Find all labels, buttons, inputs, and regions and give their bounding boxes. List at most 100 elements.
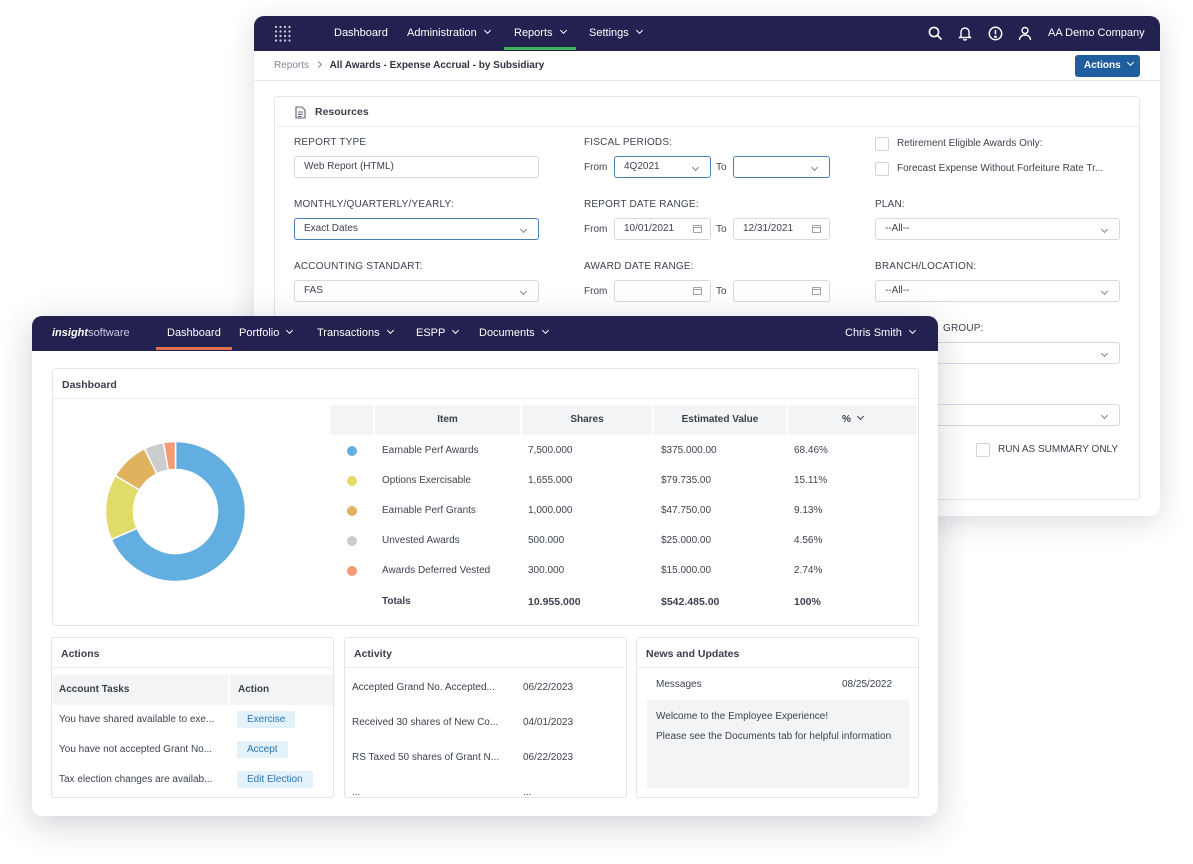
- row-shares: 500.000: [528, 535, 565, 546]
- nav-dashboard[interactable]: Dashboard: [156, 316, 232, 350]
- plan-value: --All--: [885, 223, 910, 234]
- report-to-label: To: [716, 224, 727, 235]
- nav-espp[interactable]: ESPP: [416, 316, 460, 351]
- report-type-label: REPORT TYPE: [294, 137, 367, 148]
- report-type-select[interactable]: Web Report (HTML): [294, 156, 539, 178]
- activity-date: 06/22/2023: [523, 752, 574, 763]
- nav-documents-label: Documents: [479, 327, 535, 339]
- legend-dot: [347, 446, 357, 456]
- chevron-down-icon: [1100, 411, 1109, 420]
- nav-espp-label: ESPP: [416, 327, 446, 339]
- alert-icon[interactable]: [988, 26, 1003, 42]
- nav-settings-label: Settings: [589, 27, 629, 39]
- nav-reports[interactable]: Reports: [504, 16, 576, 50]
- activity-text[interactable]: ...: [352, 787, 360, 798]
- retirement-eligible-checkbox[interactable]: [875, 137, 889, 151]
- plan-label: PLAN:: [875, 199, 905, 210]
- insightsoftware-logo: insightsoftware: [52, 316, 130, 351]
- table-header-pct[interactable]: %: [788, 405, 917, 435]
- actions-button[interactable]: Actions: [1075, 55, 1140, 77]
- calendar-icon[interactable]: [812, 287, 821, 295]
- fiscal-to-select[interactable]: [733, 156, 830, 178]
- breadcrumb-root[interactable]: Reports: [274, 60, 309, 71]
- nav-documents[interactable]: Documents: [479, 316, 549, 351]
- row-pct: 2.74%: [794, 565, 823, 576]
- run-summary-checkbox[interactable]: [976, 443, 990, 457]
- chevron-down-icon: [483, 26, 491, 35]
- activity-text[interactable]: RS Taxed 50 shares of Grant N...: [352, 752, 499, 763]
- legend-dot: [347, 566, 357, 576]
- report-from-date[interactable]: 10/01/2021: [614, 218, 711, 240]
- user-name: Chris Smith: [845, 327, 902, 339]
- divider: [53, 398, 918, 399]
- divider: [637, 667, 918, 668]
- nav-transactions-label: Transactions: [317, 327, 380, 339]
- divider: [52, 667, 333, 668]
- fiscal-from-value: 4Q2021: [624, 161, 660, 172]
- task-action-button[interactable]: Accept: [237, 741, 288, 758]
- dashboard-card: Dashboard Item Shares Estimated Value % …: [52, 368, 919, 626]
- message-box[interactable]: Welcome to the Employee Experience! Plea…: [647, 700, 909, 788]
- news-date: 08/25/2022: [842, 679, 893, 690]
- chevron-down-icon: [286, 326, 294, 335]
- nav-transactions[interactable]: Transactions: [317, 316, 394, 351]
- activity-text[interactable]: Received 30 shares of New Co...: [352, 717, 498, 728]
- task-action-button[interactable]: Exercise: [237, 711, 296, 728]
- task-action-button[interactable]: Edit Election: [237, 771, 313, 788]
- row-shares: 1,000.000: [528, 505, 573, 516]
- calendar-icon[interactable]: [812, 225, 821, 233]
- actions-title: Actions: [61, 648, 100, 660]
- activity-text[interactable]: Accepted Grand No. Accepted...: [352, 682, 495, 693]
- chevron-down-icon: [541, 326, 549, 335]
- calendar-icon[interactable]: [693, 225, 702, 233]
- row-item: Options Exercisable: [382, 475, 471, 486]
- top-nav: Dashboard Administration Reports Setting…: [254, 16, 1160, 51]
- logo-text-a: insight: [52, 327, 89, 339]
- forecast-expense-checkbox[interactable]: [875, 162, 889, 176]
- nav-settings[interactable]: Settings: [589, 16, 643, 51]
- fiscal-from-select[interactable]: 4Q2021: [614, 156, 711, 178]
- mqy-select[interactable]: Exact Dates: [294, 218, 539, 240]
- accounting-standard-select[interactable]: FAS: [294, 280, 539, 302]
- news-title: News and Updates: [646, 648, 740, 660]
- nav-administration[interactable]: Administration: [407, 16, 491, 51]
- nav-portfolio[interactable]: Portfolio: [239, 316, 294, 351]
- chevron-down-icon: [635, 26, 643, 35]
- apps-grid-icon[interactable]: [274, 25, 292, 43]
- mqy-value: Exact Dates: [304, 223, 358, 234]
- award-date-range-label: AWARD DATE RANGE:: [584, 261, 694, 272]
- report-to-date[interactable]: 12/31/2021: [733, 218, 830, 240]
- report-from-label: From: [584, 224, 608, 235]
- chevron-down-icon: [1100, 287, 1109, 296]
- chevron-down-icon: [908, 326, 916, 335]
- calendar-icon[interactable]: [693, 287, 702, 295]
- totals-value: $542.485.00: [661, 596, 720, 608]
- nav-dashboard[interactable]: Dashboard: [334, 16, 388, 51]
- company-name[interactable]: AA Demo Company: [1048, 16, 1145, 51]
- chevron-down-icon: [691, 163, 700, 172]
- chevron-down-icon: [1100, 349, 1109, 358]
- forecast-expense-label: Forecast Expense Without Forfeiture Rate…: [897, 163, 1104, 174]
- plan-select[interactable]: --All--: [875, 218, 1120, 240]
- totals-shares: 10.955.000: [528, 596, 581, 608]
- bell-icon[interactable]: [958, 26, 972, 42]
- branch-label: BRANCH/LOCATION:: [875, 261, 977, 272]
- branch-select[interactable]: --All--: [875, 280, 1120, 302]
- chevron-down-icon: [559, 26, 567, 35]
- breadcrumb-current: All Awards - Expense Accrual - by Subsid…: [329, 60, 545, 71]
- legend-dot: [347, 536, 357, 546]
- user-menu[interactable]: Chris Smith: [845, 316, 916, 351]
- totals-pct: 100%: [794, 596, 821, 608]
- row-value: $15.000.00: [661, 565, 712, 576]
- user-icon[interactable]: [1018, 26, 1032, 42]
- nav-portfolio-label: Portfolio: [239, 327, 280, 339]
- award-from-date[interactable]: [614, 280, 711, 302]
- search-icon[interactable]: [928, 26, 943, 42]
- activity-date: 04/01/2023: [523, 717, 574, 728]
- row-item: Earnable Perf Grants: [382, 505, 476, 516]
- mqy-label: MONTHLY/QUARTERLY/YEARLY:: [294, 199, 454, 210]
- report-from-value: 10/01/2021: [624, 223, 675, 234]
- dashboard-title: Dashboard: [62, 379, 117, 391]
- action-header: Action: [230, 675, 333, 705]
- award-to-date[interactable]: [733, 280, 830, 302]
